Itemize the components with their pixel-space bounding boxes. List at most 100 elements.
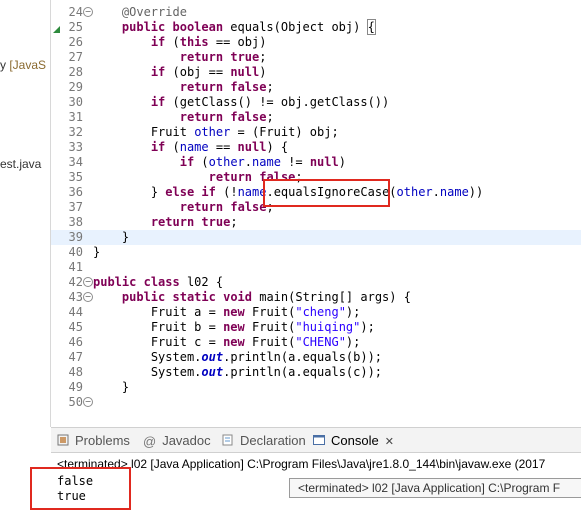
code-token: ; <box>295 170 303 184</box>
line-number: 44 <box>68 305 83 319</box>
tab-declaration[interactable]: Declaration <box>222 431 306 451</box>
fold-toggle-icon[interactable]: − <box>83 292 93 302</box>
fold-toggle-icon[interactable]: − <box>83 397 93 407</box>
code-token: .println(a.equals(b)); <box>223 350 383 364</box>
tab-console[interactable]: Console ✕ <box>313 431 394 451</box>
code-line[interactable]: 28 if (obj == null) <box>51 65 581 80</box>
code-line[interactable]: 40} <box>51 245 581 260</box>
code-token: (! <box>215 185 238 199</box>
line-number: 26 <box>68 35 83 49</box>
code-token: )) <box>468 185 484 199</box>
code-token: "cheng" <box>295 305 346 319</box>
code-line[interactable]: 35 return false; <box>51 170 581 185</box>
code-line[interactable]: 32 Fruit other = (Fruit) obj; <box>51 125 581 140</box>
code-text: System.out.println(a.equals(b)); <box>151 350 382 365</box>
code-line[interactable]: 45 Fruit b = new Fruit("huiqing"); <box>51 320 581 335</box>
code-text: Fruit a = new Fruit("cheng"); <box>151 305 361 320</box>
code-text: Fruit b = new Fruit("huiqing"); <box>151 320 375 335</box>
code-token: if <box>201 185 216 199</box>
tooltip: <terminated> l02 [Java Application] C:\P… <box>289 478 581 498</box>
code-token: return <box>150 215 195 229</box>
code-token: this <box>179 35 209 49</box>
code-token: return <box>208 170 253 184</box>
code-token: == obj) <box>208 35 267 49</box>
code-text: return false; <box>209 170 303 185</box>
code-token: Fruit <box>150 125 195 139</box>
code-text: if (name == null) { <box>151 140 288 155</box>
code-line[interactable]: −43 public static void main(String[] args… <box>51 290 581 305</box>
code-token: false <box>230 80 267 94</box>
code-token: System. <box>150 365 202 379</box>
tab-javadoc[interactable]: @ Javadoc <box>143 431 211 451</box>
code-token: = (Fruit) obj; <box>230 125 339 139</box>
tab-problems-label: Problems <box>75 433 130 448</box>
code-line[interactable]: 25 public boolean equals(Object obj) { <box>51 19 581 35</box>
code-token: new <box>223 335 245 349</box>
code-line[interactable]: 39} <box>51 230 581 245</box>
line-number: 49 <box>68 380 83 394</box>
code-token: == <box>208 140 238 154</box>
code-token: } <box>121 380 130 394</box>
code-line[interactable]: 47 System.out.println(a.equals(b)); <box>51 350 581 365</box>
code-editor[interactable]: −24 @Override 25 public boolean equals(Obje… <box>51 0 581 427</box>
code-text: } <box>122 230 129 245</box>
code-line[interactable]: −24 @Override <box>51 5 581 20</box>
code-token: if <box>150 95 166 109</box>
code-line[interactable]: −42 public class l02 { <box>51 275 581 290</box>
code-line[interactable]: 37 return false; <box>51 200 581 215</box>
code-line[interactable]: 26 if (this == obj) <box>51 35 581 50</box>
code-token: ; <box>266 200 274 214</box>
code-line[interactable]: 44 Fruit a = new Fruit("cheng"); <box>51 305 581 320</box>
code-token: public <box>121 290 166 304</box>
line-number: 32 <box>68 125 83 139</box>
code-line[interactable]: 31 return false; <box>51 110 581 125</box>
code-token: equalsIgnoreCase( <box>273 185 397 199</box>
code-token: ( <box>194 155 209 169</box>
code-token: ) <box>338 155 346 169</box>
fold-toggle-icon[interactable]: − <box>83 277 93 287</box>
override-marker-icon[interactable] <box>52 23 61 33</box>
code-line[interactable]: 49} <box>51 380 581 395</box>
code-line[interactable]: −50 <box>51 395 581 410</box>
code-token: { <box>366 19 376 35</box>
code-token: static <box>172 290 216 304</box>
code-token: name <box>252 155 281 169</box>
problems-icon <box>57 432 69 446</box>
code-token: Fruit a = <box>150 305 224 319</box>
code-token: ) <box>259 65 267 79</box>
explorer-file-item[interactable]: est.java <box>0 157 41 171</box>
code-token: new <box>223 320 245 334</box>
code-line[interactable]: 36} else if (!name.equalsIgnoreCase(othe… <box>51 185 581 200</box>
code-token: (obj == <box>165 65 231 79</box>
code-text: if (obj == null) <box>151 65 267 80</box>
tab-problems[interactable]: Problems <box>57 431 130 451</box>
code-token: ; <box>266 110 274 124</box>
explorer-item-label: y <box>0 58 10 72</box>
close-icon[interactable]: ✕ <box>385 436 394 448</box>
code-token: other <box>396 185 433 199</box>
line-number: 47 <box>68 350 83 364</box>
at-icon: @ <box>143 434 157 449</box>
code-text: } <box>93 245 100 260</box>
code-token: else <box>165 185 195 199</box>
code-line[interactable]: 34 if (other.name != null) <box>51 155 581 170</box>
code-line[interactable]: 33 if (name == null) { <box>51 140 581 155</box>
code-line[interactable]: 30 if (getClass() != obj.getClass()) <box>51 95 581 110</box>
explorer-item-truncated[interactable]: y [JavaS <box>0 58 46 72</box>
line-number: 30 <box>68 95 83 109</box>
code-line[interactable]: 27 return true; <box>51 50 581 65</box>
code-token: l02 { <box>179 275 224 289</box>
code-token: . <box>432 185 440 199</box>
code-line[interactable]: 48 System.out.println(a.equals(c)); <box>51 365 581 380</box>
code-token: "huiqing" <box>295 320 361 334</box>
code-line[interactable]: 41 <box>51 260 581 275</box>
code-line[interactable]: 46 Fruit c = new Fruit("CHENG"); <box>51 335 581 350</box>
fold-toggle-icon[interactable]: − <box>83 7 93 17</box>
line-number: 29 <box>68 80 83 94</box>
line-number: 35 <box>68 170 83 184</box>
code-token: class <box>143 275 180 289</box>
code-token: ; <box>266 80 274 94</box>
code-token: } <box>93 245 101 259</box>
code-line[interactable]: 29 return false; <box>51 80 581 95</box>
code-line[interactable]: 38 return true; <box>51 215 581 230</box>
